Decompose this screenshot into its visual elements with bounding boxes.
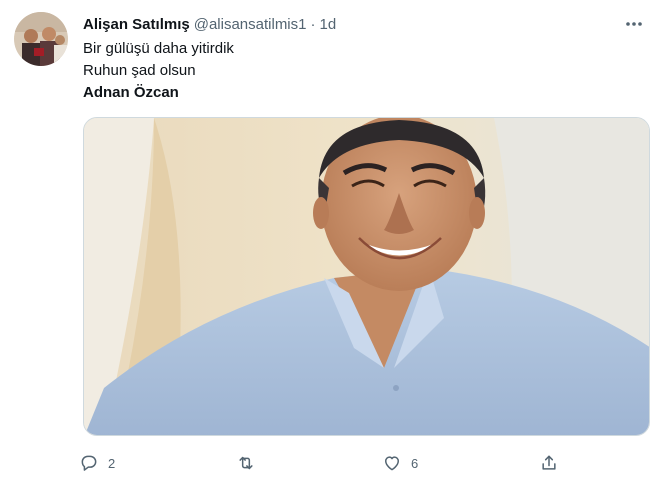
tweet[interactable]: Alişan Satılmış @alisansatilmis1 · 1d Bi… (0, 0, 662, 486)
tweet-text-name: Adnan Özcan (83, 84, 179, 101)
photo-smiling-man (84, 118, 649, 435)
author-avatar[interactable] (14, 12, 68, 66)
header-separator: · (310, 15, 316, 33)
author-handle[interactable]: @alisansatilmis1 (194, 16, 307, 33)
like-button[interactable]: 6 (375, 448, 418, 478)
reply-button[interactable]: 2 (72, 448, 115, 478)
avatar-photo-icon (14, 12, 68, 66)
author-display-name[interactable]: Alişan Satılmış (83, 16, 190, 33)
tweet-header: Alişan Satılmış @alisansatilmis1 · 1d (83, 13, 622, 35)
heart-icon (385, 456, 399, 471)
share-icon (542, 455, 556, 470)
tweet-text-line: Ruhun şad olsun (83, 62, 196, 79)
reply-count: 2 (108, 455, 116, 471)
share-button[interactable] (532, 448, 566, 478)
retweet-icon (239, 456, 253, 470)
tweet-timestamp[interactable]: 1d (319, 16, 336, 33)
tweet-text-line: Bir gülüşü daha yitirdik (83, 40, 234, 57)
tweet-text: Bir gülüşü daha yitirdik Ruhun şad olsun… (83, 38, 234, 104)
tweet-media-photo[interactable] (83, 117, 650, 436)
retweet-button[interactable] (229, 448, 265, 478)
tweet-actions-bar: 2 6 (72, 448, 572, 478)
reply-icon (81, 455, 97, 471)
more-options-icon (626, 22, 642, 26)
like-count: 6 (411, 455, 419, 471)
more-options-button[interactable] (620, 10, 648, 38)
